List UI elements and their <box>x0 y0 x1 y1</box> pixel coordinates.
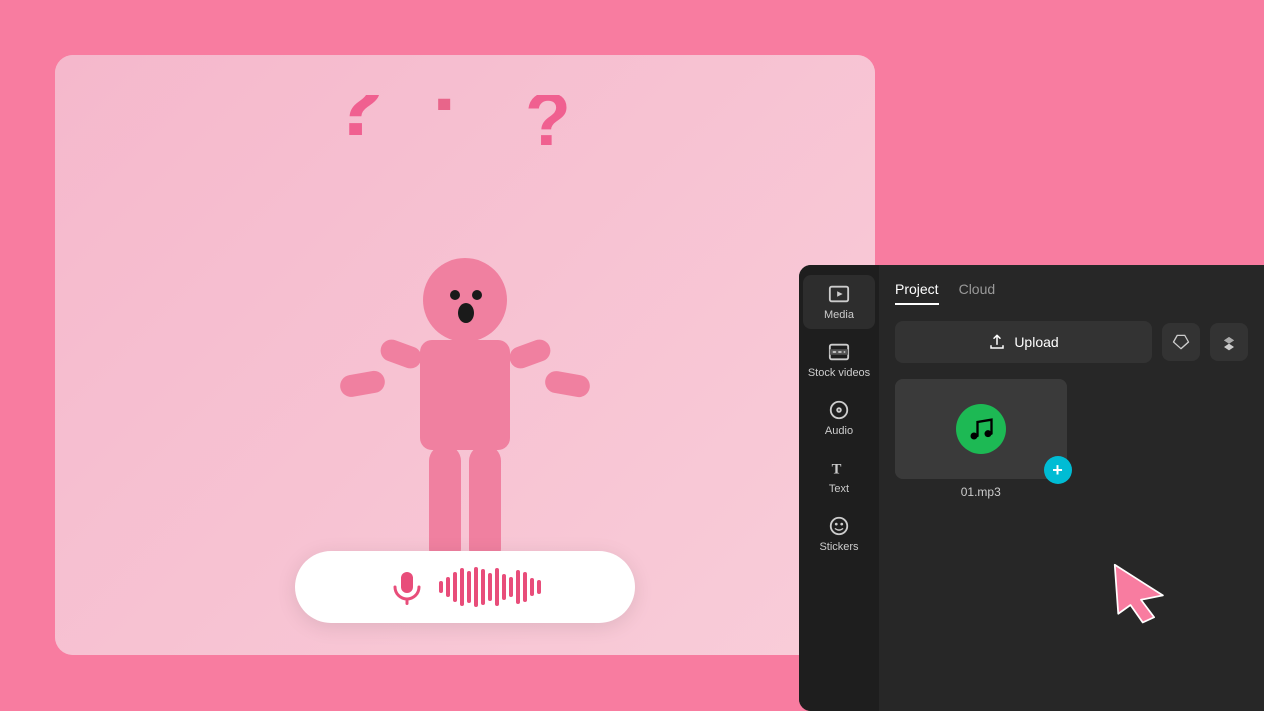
upload-label: Upload <box>1014 334 1058 350</box>
sidebar-stickers-label: Stickers <box>819 541 858 553</box>
svg-text:?: ? <box>330 95 385 155</box>
google-drive-icon <box>1171 332 1191 352</box>
stock-videos-icon <box>828 341 850 363</box>
text-icon: T <box>828 457 850 479</box>
svg-text:T: T <box>832 462 842 478</box>
google-drive-button[interactable] <box>1162 323 1200 361</box>
right-panel: Media Stock videos Audio <box>799 265 1264 711</box>
svg-text:?: ? <box>420 95 472 129</box>
media-icon <box>828 283 850 305</box>
media-thumbnail <box>895 379 1067 479</box>
tab-cloud[interactable]: Cloud <box>959 281 996 305</box>
cursor-arrow <box>1106 556 1176 631</box>
audio-bar <box>295 551 635 623</box>
preview-area: ? ? ? <box>55 55 875 655</box>
media-item-wrapper: + 01.mp3 <box>895 379 1067 499</box>
sidebar-item-audio[interactable]: Audio <box>803 391 875 445</box>
dropbox-icon <box>1219 332 1239 352</box>
add-media-button[interactable]: + <box>1044 456 1072 484</box>
mic-icon <box>389 569 425 605</box>
sidebar-text-label: Text <box>829 483 849 495</box>
sidebar: Media Stock videos Audio <box>799 265 879 711</box>
music-note-circle <box>956 404 1006 454</box>
tabs-row: Project Cloud <box>895 281 1248 305</box>
sidebar-media-label: Media <box>824 309 854 321</box>
music-note-icon <box>967 415 995 443</box>
upload-row: Upload <box>895 321 1248 363</box>
waveform <box>439 567 541 607</box>
dropbox-button[interactable] <box>1210 323 1248 361</box>
svg-text:?: ? <box>525 95 571 161</box>
panel-content: Project Cloud Upload <box>879 265 1264 711</box>
tab-project[interactable]: Project <box>895 281 939 305</box>
sidebar-stock-label: Stock videos <box>808 367 870 379</box>
sidebar-audio-label: Audio <box>825 425 853 437</box>
sidebar-item-text[interactable]: T Text <box>803 449 875 503</box>
media-grid: + 01.mp3 <box>895 379 1248 499</box>
audio-icon <box>828 399 850 421</box>
sidebar-item-stock[interactable]: Stock videos <box>803 333 875 387</box>
stickers-icon <box>828 515 850 537</box>
sidebar-item-media[interactable]: Media <box>803 275 875 329</box>
media-filename: 01.mp3 <box>895 485 1067 499</box>
upload-button[interactable]: Upload <box>895 321 1152 363</box>
media-item-01mp3[interactable]: + <box>895 379 1067 479</box>
upload-icon <box>988 333 1006 351</box>
cursor-icon <box>1106 556 1176 626</box>
pink-character: ? ? ? <box>235 95 695 615</box>
sidebar-item-stickers[interactable]: Stickers <box>803 507 875 561</box>
